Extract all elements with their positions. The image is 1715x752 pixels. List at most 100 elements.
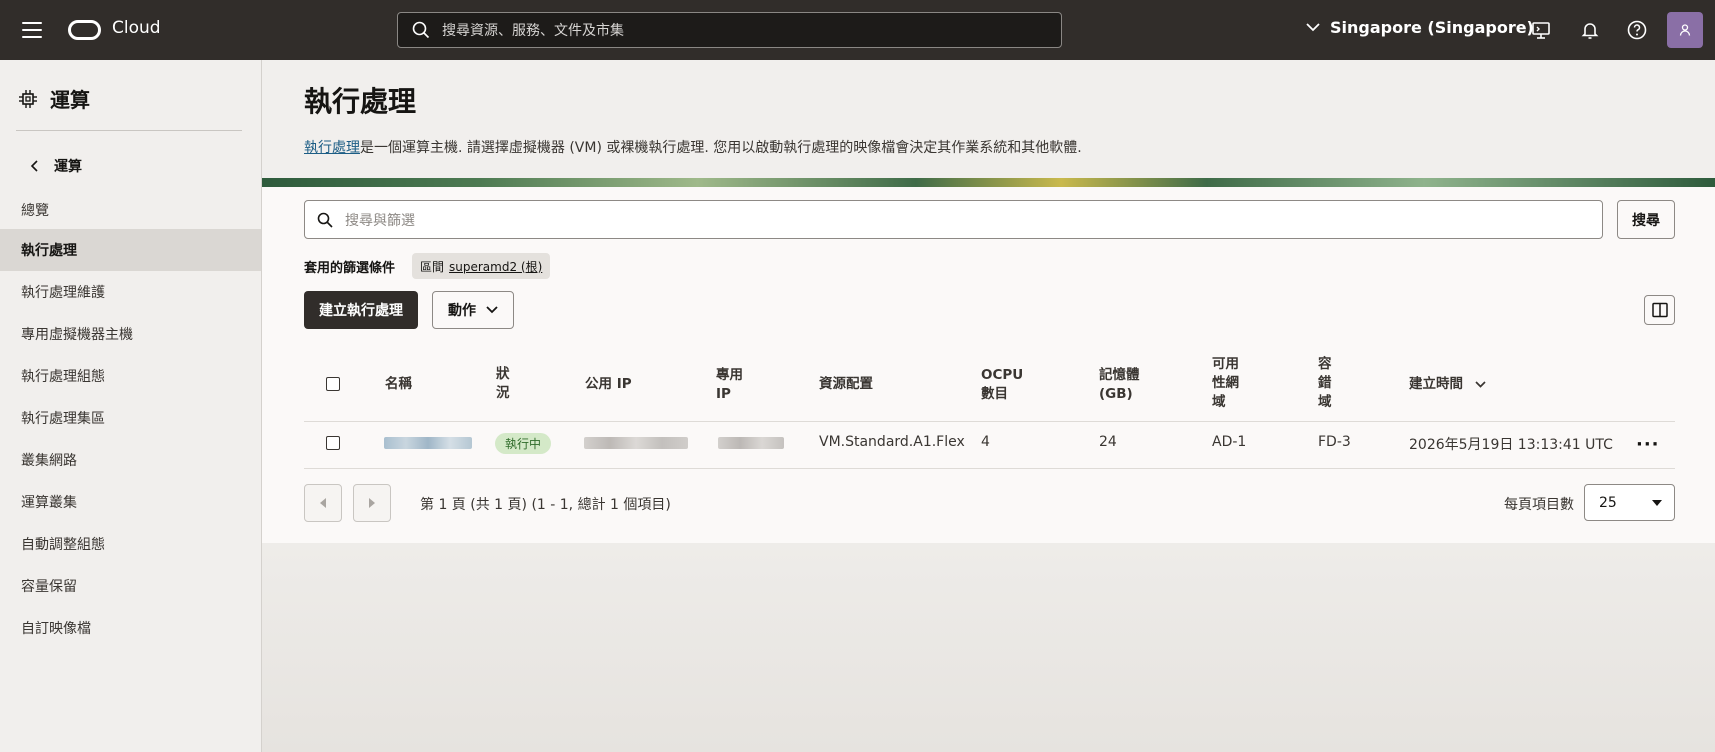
sidebar-item-custom-images[interactable]: 自訂映像檔 xyxy=(0,607,261,649)
column-header-ad-line-1: 可用 xyxy=(1212,356,1239,372)
column-header-public-ip[interactable]: 公用 IP xyxy=(585,375,632,394)
column-header-availability-domain[interactable]: 可用 性網域 xyxy=(1212,355,1239,412)
sidebar-item-instance-pools[interactable]: 執行處理集區 xyxy=(0,397,261,439)
help-icon[interactable] xyxy=(1626,19,1648,41)
caret-down-icon xyxy=(1652,499,1662,506)
sidebar-item-cluster-networks[interactable]: 叢集網路 xyxy=(0,439,261,481)
chip-icon xyxy=(19,89,37,108)
previous-page-button[interactable] xyxy=(304,484,342,522)
column-header-ocpu-line-2: 數目 xyxy=(981,386,1008,402)
sidebar-header: 運算 xyxy=(18,84,90,113)
search-icon xyxy=(412,21,430,39)
content-panel xyxy=(262,187,1715,543)
column-settings-button[interactable] xyxy=(1644,295,1675,325)
public-ip-value[interactable] xyxy=(584,437,688,449)
sidebar-title: 運算 xyxy=(50,88,90,112)
background-area xyxy=(262,543,1715,752)
select-all-checkbox[interactable] xyxy=(326,377,340,391)
user-avatar[interactable] xyxy=(1667,12,1703,48)
user-icon xyxy=(1679,24,1691,36)
applied-filters-label: 套用的篩選條件 xyxy=(304,261,396,276)
column-header-ad-line-2: 性網 xyxy=(1212,375,1239,391)
per-page-label: 每頁項目數 xyxy=(1504,497,1574,513)
column-header-memory[interactable]: 記憶體 (GB) xyxy=(1099,366,1140,404)
column-header-fd-line-1: 容 xyxy=(1318,356,1332,372)
column-header-state[interactable]: 狀況 xyxy=(496,365,510,403)
actions-menu-button[interactable]: 動作 xyxy=(432,291,514,329)
chevron-down-icon xyxy=(486,306,498,314)
brand-label[interactable]: Cloud xyxy=(112,18,161,38)
cloud-shell-icon[interactable] xyxy=(1530,19,1552,41)
global-search-input[interactable]: 搜尋資源、服務、文件及市集 xyxy=(397,12,1062,48)
column-header-created[interactable]: 建立時間 xyxy=(1409,375,1486,394)
private-ip-value xyxy=(718,437,784,449)
column-header-state-line-2: 況 xyxy=(496,385,510,401)
global-search-placeholder: 搜尋資源、服務、文件及市集 xyxy=(442,23,624,39)
column-header-memory-line-1: 記憶體 xyxy=(1099,367,1140,383)
caret-right-icon xyxy=(368,498,375,508)
availability-domain-value: AD-1 xyxy=(1212,434,1247,450)
chevron-left-icon xyxy=(30,160,38,172)
instances-doc-link[interactable]: 執行處理 xyxy=(304,140,360,156)
sidebar-item-capacity-reservations[interactable]: 容量保留 xyxy=(0,565,261,607)
search-icon xyxy=(317,212,333,228)
shape-value: VM.Standard.A1.Flex xyxy=(819,434,965,450)
column-header-ocpu-line-1: OCPU xyxy=(981,367,1024,383)
instance-name-link[interactable] xyxy=(384,437,472,449)
column-header-fault-domain[interactable]: 容錯域 xyxy=(1318,355,1332,412)
chevron-down-icon xyxy=(1306,23,1320,32)
column-header-created-label: 建立時間 xyxy=(1409,376,1463,392)
create-instance-button[interactable]: 建立執行處理 xyxy=(304,291,418,329)
per-page-select[interactable]: 25 xyxy=(1584,484,1675,521)
sidebar: 運算 運算 總覽 執行處理 執行處理維護 專用虛擬機器主機 執行處理組態 執行處… xyxy=(0,60,262,752)
decorative-banner xyxy=(262,178,1715,187)
filter-search-placeholder: 搜尋與篩選 xyxy=(345,212,415,229)
chip-value-link[interactable]: superamd2 (根) xyxy=(449,258,542,275)
region-selector[interactable]: Singapore (Singapore) xyxy=(1306,18,1534,37)
per-page-value: 25 xyxy=(1599,494,1617,511)
pagination-summary: 第 1 頁 (共 1 頁) (1 - 1, 總計 1 個項目) xyxy=(420,497,671,513)
column-header-name[interactable]: 名稱 xyxy=(385,375,412,394)
memory-value: 24 xyxy=(1099,434,1117,450)
sidebar-item-overview[interactable]: 總覽 xyxy=(0,189,261,231)
column-header-ad-line-3: 域 xyxy=(1212,394,1226,410)
column-header-state-line-1: 狀 xyxy=(496,366,510,382)
next-page-button[interactable] xyxy=(353,484,391,522)
status-badge: 執行中 xyxy=(495,433,552,454)
oracle-logo[interactable] xyxy=(68,20,101,40)
column-header-private-ip[interactable]: 專用 IP xyxy=(716,366,743,404)
search-button[interactable]: 搜尋 xyxy=(1617,200,1675,239)
column-header-private-ip-line-1: 專用 xyxy=(716,367,743,383)
caret-left-icon xyxy=(319,498,326,508)
row-checkbox[interactable] xyxy=(326,436,340,450)
sidebar-item-instance-maintenance[interactable]: 執行處理維護 xyxy=(0,271,261,313)
column-header-memory-line-2: (GB) xyxy=(1099,386,1133,402)
region-label: Singapore (Singapore) xyxy=(1330,18,1534,37)
created-time-value: 2026年5月19日 13:13:41 UTC xyxy=(1409,437,1613,453)
columns-icon xyxy=(1651,302,1668,318)
sidebar-item-compute-clusters[interactable]: 運算叢集 xyxy=(0,481,261,523)
page-description-text: 是一個運算主機. 請選擇虛擬機器 (VM) 或裸機執行處理. 您用以啟動執行處理… xyxy=(360,140,1082,156)
actions-label: 動作 xyxy=(448,303,476,319)
row-actions-icon[interactable]: ··· xyxy=(1636,434,1660,455)
sidebar-item-instances[interactable]: 執行處理 xyxy=(0,229,261,271)
sidebar-back-link[interactable]: 運算 xyxy=(30,156,82,176)
top-bar: Cloud 搜尋資源、服務、文件及市集 Singapore (Singapore… xyxy=(0,0,1715,60)
sidebar-item-instance-configurations[interactable]: 執行處理組態 xyxy=(0,355,261,397)
column-header-fd-line-2: 錯 xyxy=(1318,375,1332,391)
page-description: 執行處理是一個運算主機. 請選擇虛擬機器 (VM) 或裸機執行處理. 您用以啟動… xyxy=(304,137,1082,157)
bell-icon[interactable] xyxy=(1579,19,1601,41)
filter-search-input[interactable]: 搜尋與篩選 xyxy=(304,200,1603,239)
menu-icon[interactable] xyxy=(22,22,42,38)
compartment-filter-chip[interactable]: 區間 superamd2 (根) xyxy=(412,253,551,279)
ocpu-value: 4 xyxy=(981,434,990,450)
header-divider xyxy=(304,421,1675,422)
column-header-ocpu[interactable]: OCPU 數目 xyxy=(981,366,1023,404)
fault-domain-value: FD-3 xyxy=(1318,434,1351,450)
column-header-shape[interactable]: 資源配置 xyxy=(819,375,873,394)
sidebar-item-dedicated-vm-hosts[interactable]: 專用虛擬機器主機 xyxy=(0,313,261,355)
row-divider xyxy=(304,468,1675,469)
sidebar-item-autoscaling-configurations[interactable]: 自動調整組態 xyxy=(0,523,261,565)
column-header-private-ip-line-2: IP xyxy=(716,386,731,402)
sidebar-back-label: 運算 xyxy=(54,159,82,175)
